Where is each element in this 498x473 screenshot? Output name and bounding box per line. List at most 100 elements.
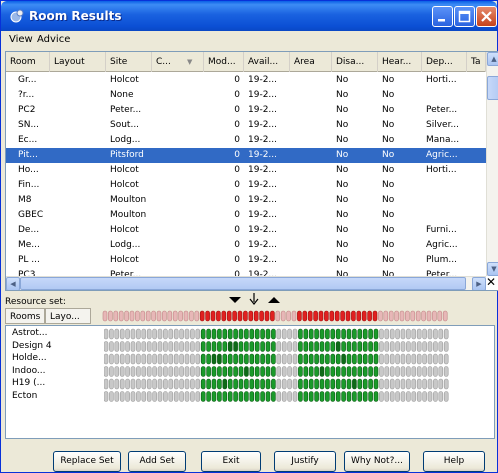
table-row[interactable]: GBEC Moulton 0 19-2... No No: [6, 208, 486, 223]
timeslot-cell[interactable]: [368, 341, 373, 352]
timeslot-cell[interactable]: [379, 391, 384, 402]
timeslot-cell[interactable]: [443, 378, 449, 390]
timeslot-cell[interactable]: [352, 378, 357, 390]
timeslot-cell[interactable]: [330, 378, 336, 390]
timeslot-cell[interactable]: [227, 353, 233, 365]
timeslot-cell[interactable]: [233, 341, 238, 352]
timeslot-cell[interactable]: [190, 353, 195, 365]
timeslot-cell[interactable]: [244, 366, 249, 377]
vertical-scrollbar[interactable]: ▲ ▼: [486, 52, 498, 276]
timeslot-cell[interactable]: [411, 378, 417, 390]
column-header[interactable]: Disa...: [332, 52, 378, 72]
timeslot-cell[interactable]: [227, 328, 233, 340]
timeslot-cell[interactable]: [114, 378, 120, 390]
timeslot-cell[interactable]: [411, 341, 417, 352]
timeslot-cell[interactable]: [400, 378, 406, 390]
timeslot-cell[interactable]: [206, 366, 211, 377]
timeslot-cell[interactable]: [190, 391, 195, 402]
replace-set-button[interactable]: Replace Set: [53, 451, 121, 472]
timeslot-cell[interactable]: [400, 353, 406, 365]
timeslot-cell[interactable]: [335, 366, 341, 377]
timeslot-cell[interactable]: [341, 341, 346, 352]
timeslot-cell[interactable]: [433, 328, 438, 340]
timeslot-cell[interactable]: [173, 366, 179, 377]
timeslot-cell[interactable]: [319, 366, 325, 377]
timeslot-cell[interactable]: [276, 328, 282, 340]
timeslot-cell[interactable]: [206, 341, 211, 352]
timeslot-cell[interactable]: [119, 341, 125, 352]
timeslot-cell[interactable]: [341, 353, 346, 365]
timeslot-cell[interactable]: [443, 353, 449, 365]
timeslot-cell[interactable]: [335, 341, 341, 352]
timeslot-cell[interactable]: [325, 328, 330, 340]
timeslot-cell[interactable]: [136, 328, 141, 340]
timeslot-cell[interactable]: [438, 341, 444, 352]
table-row[interactable]: Me... Lodg... 0 19-2... No No Agric...: [6, 238, 486, 253]
timeslot-cell[interactable]: [254, 378, 260, 390]
timeslot-cell[interactable]: [433, 341, 438, 352]
timeslot-cell[interactable]: [157, 341, 163, 352]
timeslot-cell[interactable]: [411, 391, 417, 402]
timeslot-cell[interactable]: [319, 391, 325, 402]
timeslot-cell[interactable]: [416, 341, 422, 352]
timeslot-cell[interactable]: [141, 391, 147, 402]
timeslot-cell[interactable]: [325, 391, 330, 402]
column-header[interactable]: Mod...: [204, 52, 244, 72]
timeslot-cell[interactable]: [373, 391, 379, 402]
timeslot-cell[interactable]: [200, 341, 206, 352]
timeslot-cell[interactable]: [184, 341, 190, 352]
timeslot-cell[interactable]: [346, 378, 352, 390]
timeslot-cell[interactable]: [433, 391, 438, 402]
menu-view[interactable]: View: [9, 34, 33, 45]
timeslot-cell[interactable]: [249, 328, 255, 340]
timeslot-cell[interactable]: [254, 366, 260, 377]
timeslot-cell[interactable]: [379, 378, 384, 390]
timeslot-cell[interactable]: [308, 328, 314, 340]
timeslot-cell[interactable]: [114, 366, 120, 377]
timeslot-cell[interactable]: [379, 366, 384, 377]
timeslot-cell[interactable]: [341, 378, 346, 390]
timeslot-cell[interactable]: [222, 391, 228, 402]
timeslot-cell[interactable]: [395, 353, 400, 365]
timeslot-cell[interactable]: [206, 391, 211, 402]
timeslot-cell[interactable]: [406, 341, 411, 352]
timeslot-cell[interactable]: [184, 328, 190, 340]
timeslot-cell[interactable]: [104, 353, 109, 365]
timeslot-cell[interactable]: [190, 366, 195, 377]
close-panel-icon[interactable]: ✕: [486, 275, 496, 289]
justify-button[interactable]: Justify: [274, 451, 336, 472]
timeslot-cell[interactable]: [130, 353, 136, 365]
timeslot-cell[interactable]: [373, 328, 379, 340]
timeslot-cell[interactable]: [271, 341, 276, 352]
timeslot-cell[interactable]: [168, 328, 174, 340]
timeslot-cell[interactable]: [395, 366, 400, 377]
timeslot-cell[interactable]: [152, 366, 157, 377]
timeslot-cell[interactable]: [438, 391, 444, 402]
timeslot-cell[interactable]: [287, 391, 292, 402]
timeslot-cell[interactable]: [346, 353, 352, 365]
timeslot-cell[interactable]: [125, 353, 130, 365]
timeslot-cell[interactable]: [136, 391, 141, 402]
timeslot-cell[interactable]: [271, 366, 276, 377]
timeslot-cell[interactable]: [368, 353, 373, 365]
timeslot-cell[interactable]: [346, 366, 352, 377]
timeslot-cell[interactable]: [271, 328, 276, 340]
why-not-button[interactable]: Why Not?...: [344, 451, 410, 472]
timeslot-cell[interactable]: [249, 391, 255, 402]
timeslot-cell[interactable]: [308, 353, 314, 365]
timeslot-cell[interactable]: [443, 366, 449, 377]
timeslot-cell[interactable]: [438, 366, 444, 377]
timeslot-cell[interactable]: [346, 328, 352, 340]
timeslot-cell[interactable]: [233, 391, 238, 402]
timeslot-cell[interactable]: [406, 353, 411, 365]
timeslot-cell[interactable]: [330, 328, 336, 340]
timeslot-cell[interactable]: [265, 378, 271, 390]
timeslot-cell[interactable]: [119, 353, 125, 365]
scroll-down-icon[interactable]: ▼: [487, 262, 498, 276]
timeslot-cell[interactable]: [168, 366, 174, 377]
timeslot-cell[interactable]: [368, 378, 373, 390]
timeslot-cell[interactable]: [141, 341, 147, 352]
timeslot-cell[interactable]: [141, 353, 147, 365]
timeslot-cell[interactable]: [173, 328, 179, 340]
timeslot-cell[interactable]: [287, 341, 292, 352]
